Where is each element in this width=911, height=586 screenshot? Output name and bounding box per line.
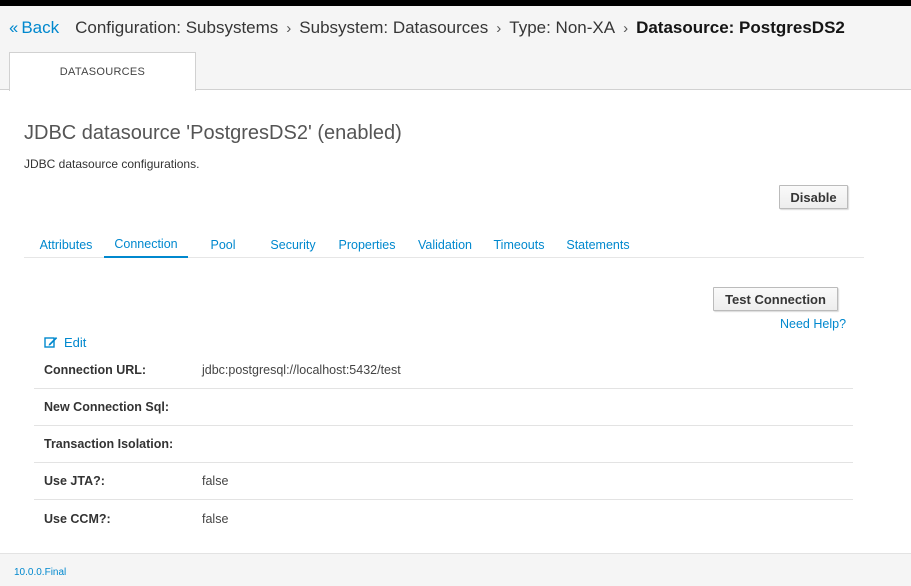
breadcrumb-item-type[interactable]: Type: Non-XA xyxy=(509,18,615,38)
double-chevron-left-icon: ‹‹ xyxy=(9,18,18,37)
attr-value: false xyxy=(202,474,229,488)
subtab-pool[interactable]: Pool xyxy=(188,231,258,258)
table-row: Use CCM?: false xyxy=(34,500,853,537)
chevron-right-icon: › xyxy=(496,19,502,37)
version-link[interactable]: 10.0.0.Final xyxy=(14,567,66,578)
back-label: Back xyxy=(21,18,60,37)
subtab-bar: Attributes Connection Pool Security Prop… xyxy=(24,231,864,258)
test-connection-button[interactable]: Test Connection xyxy=(713,287,838,311)
attr-value: jdbc:postgresql://localhost:5432/test xyxy=(202,363,401,377)
need-help-link[interactable]: Need Help? xyxy=(780,317,846,331)
chevron-right-icon: › xyxy=(623,19,629,37)
footer: 10.0.0.Final xyxy=(0,553,911,586)
disable-button[interactable]: Disable xyxy=(779,185,848,209)
attr-label: Connection URL: xyxy=(44,363,147,377)
edit-label: Edit xyxy=(64,335,87,350)
attr-value: false xyxy=(202,511,229,526)
subtab-security[interactable]: Security xyxy=(258,231,328,258)
subtab-attributes[interactable]: Attributes xyxy=(30,231,102,258)
breadcrumb-item-subsystems[interactable]: Configuration: Subsystems xyxy=(75,18,278,38)
subtab-statements[interactable]: Statements xyxy=(560,231,636,258)
subtab-timeouts[interactable]: Timeouts xyxy=(486,231,552,258)
table-row: Connection URL: jdbc:postgresql://localh… xyxy=(34,352,853,389)
page-description: JDBC datasource configurations. xyxy=(24,157,200,171)
breadcrumb-item-datasources[interactable]: Subsystem: Datasources xyxy=(299,18,488,38)
attr-label: Use JTA?: xyxy=(44,474,105,488)
edit-link[interactable]: Edit xyxy=(44,335,86,350)
page-title: JDBC datasource 'PostgresDS2' (enabled) xyxy=(24,122,402,144)
breadcrumb: ‹‹ Back Configuration: Subsystems › Subs… xyxy=(9,17,845,39)
tab-datasources[interactable]: DATASOURCES xyxy=(9,52,196,91)
chevron-right-icon: › xyxy=(286,19,292,37)
subtab-connection[interactable]: Connection xyxy=(104,231,188,258)
back-link[interactable]: ‹‹ Back xyxy=(9,18,59,38)
breadcrumb-item-current: Datasource: PostgresDS2 xyxy=(636,18,845,37)
table-row: Transaction Isolation: xyxy=(34,426,853,463)
attr-label: New Connection Sql: xyxy=(44,400,169,414)
edit-icon xyxy=(44,337,58,348)
connection-attributes: Connection URL: jdbc:postgresql://localh… xyxy=(34,352,853,537)
subtab-properties[interactable]: Properties xyxy=(330,231,404,258)
table-row: Use JTA?: false xyxy=(34,463,853,500)
attr-label: Transaction Isolation: xyxy=(44,437,174,451)
attr-label: Use CCM?: xyxy=(44,511,111,526)
table-row: New Connection Sql: xyxy=(34,389,853,426)
subtab-validation[interactable]: Validation xyxy=(410,231,480,258)
header: ‹‹ Back Configuration: Subsystems › Subs… xyxy=(0,6,911,91)
